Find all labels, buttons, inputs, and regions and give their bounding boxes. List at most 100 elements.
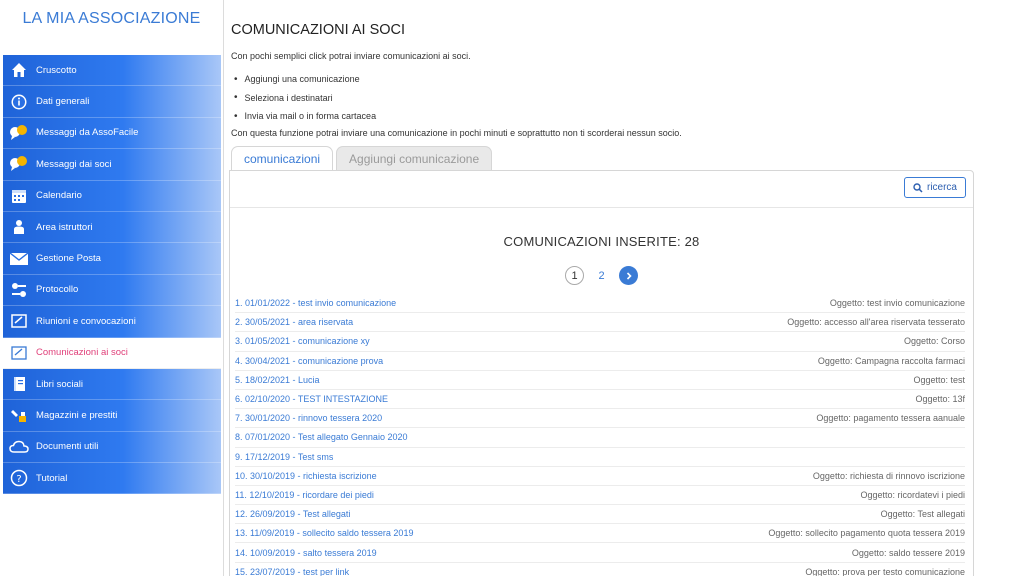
- sidebar-item-label: Messaggi da AssoFacile: [36, 127, 139, 139]
- sidebar-item-label: Magazzini e prestiti: [36, 409, 118, 421]
- sidebar-item-riunioni[interactable]: Riunioni e convocazioni: [3, 306, 221, 338]
- chat-icon: [9, 123, 29, 143]
- row-subject: Oggetto: saldo tessere 2019: [851, 547, 965, 558]
- tab-aggiungi-comunicazione[interactable]: Aggiungi comunicazione: [336, 146, 493, 171]
- table-row[interactable]: 6. 02/10/2020 - TEST INTESTAZIONE Oggetto…: [235, 390, 965, 410]
- table-row[interactable]: 12. 26/09/2019 - Test allegati Oggetto: T…: [235, 505, 965, 525]
- row-title[interactable]: 7. 30/01/2020 - rinnovo tessera 2020: [235, 413, 382, 423]
- row-title[interactable]: 8. 07/01/2020 - Test allegato Gennaio 20…: [235, 432, 407, 442]
- row-subject: Oggetto: accesso all'area riservata tess…: [787, 317, 965, 328]
- table-row[interactable]: 2. 30/05/2021 - area riservata Oggetto: a…: [235, 313, 965, 333]
- row-subject: Oggetto: sollecito pagamento quota tesse…: [768, 528, 965, 539]
- row-title[interactable]: 6. 02/10/2020 - TEST INTESTAZIONE: [235, 394, 388, 404]
- page-title: COMUNICAZIONI AI SOCI: [231, 22, 406, 38]
- row-subject: Oggetto: 13f: [915, 394, 965, 405]
- sidebar-item-magazzini[interactable]: Magazzini e prestiti: [3, 400, 221, 432]
- description-text: Con questa funzione potrai inviare una c…: [231, 128, 682, 138]
- table-row[interactable]: 3. 01/05/2021 - comunicazione xy Oggetto:…: [235, 332, 965, 352]
- sidebar-item-label: Gestione Posta: [36, 253, 101, 265]
- row-subject: Oggetto: test invio comunicazione: [829, 298, 965, 309]
- table-row[interactable]: 11. 12/10/2019 - ricordare dei piedi Ogge…: [235, 486, 965, 506]
- row-title[interactable]: 5. 18/02/2021 - Lucia: [235, 375, 320, 385]
- row-title[interactable]: 14. 10/09/2019 - salto tessera 2019: [235, 548, 377, 558]
- sidebar-item-label: Riunioni e convocazioni: [36, 315, 136, 327]
- table-row[interactable]: 5. 18/02/2021 - Lucia Oggetto: test: [235, 371, 965, 390]
- row-title[interactable]: 13. 11/09/2019 - sollecito saldo tessera…: [235, 528, 413, 538]
- communication-icon: [9, 343, 29, 363]
- feature-list: Aggiungi una comunicazione Seleziona i d…: [234, 70, 377, 126]
- row-title[interactable]: 2. 30/05/2021 - area riservata: [235, 317, 353, 327]
- sidebar-nav: Cruscotto Dati generali Messaggi da Asso…: [3, 55, 221, 495]
- calendar-icon: [9, 186, 29, 206]
- sidebar-item-label: Cruscotto: [36, 64, 77, 76]
- sidebar-item-dati-generali[interactable]: Dati generali: [3, 86, 221, 118]
- home-icon: [9, 60, 29, 80]
- table-row[interactable]: 10. 30/10/2019 - richiesta iscrizione Ogg…: [235, 467, 965, 486]
- row-title[interactable]: 11. 12/10/2019 - ricordare dei piedi: [235, 490, 374, 500]
- sidebar-item-label: Tutorial: [36, 472, 68, 484]
- sidebar-item-comunicazioni-soci[interactable]: Comunicazioni ai soci: [3, 337, 221, 369]
- feature-item: Invia via mail o in forma cartacea: [234, 107, 377, 126]
- sidebar-item-cruscotto[interactable]: Cruscotto: [3, 55, 221, 87]
- main-content: COMUNICAZIONI AI SOCI Con pochi semplici…: [224, 0, 1024, 576]
- search-button[interactable]: ricerca: [903, 177, 966, 198]
- table-row[interactable]: 8. 07/01/2020 - Test allegato Gennaio 20…: [235, 428, 965, 448]
- instructor-icon: [9, 217, 29, 237]
- table-row[interactable]: 15. 23/07/2019 - test per link Oggetto: p…: [235, 563, 965, 576]
- search-icon: [913, 182, 923, 193]
- sidebar-item-label: Protocollo: [36, 284, 79, 296]
- row-subject: Oggetto: Test allegati: [880, 509, 965, 520]
- row-title[interactable]: 4. 30/04/2021 - comunicazione prova: [235, 356, 383, 366]
- sidebar-item-label: Calendario: [36, 190, 82, 202]
- sidebar-item-label: Area istruttori: [36, 221, 93, 233]
- row-title[interactable]: 15. 23/07/2019 - test per link: [235, 567, 349, 576]
- row-subject: Oggetto: test: [913, 374, 965, 385]
- table-row[interactable]: 13. 11/09/2019 - sollecito saldo tessera…: [235, 524, 965, 544]
- divider: [230, 207, 973, 208]
- page-1[interactable]: 1: [565, 266, 584, 285]
- sidebar-item-calendario[interactable]: Calendario: [3, 180, 221, 212]
- sidebar-item-protocollo[interactable]: Protocollo: [3, 274, 221, 307]
- sidebar-item-tutorial[interactable]: ? Tutorial: [3, 463, 221, 495]
- tab-bar: comunicazioni Aggiungi comunicazione: [231, 146, 495, 171]
- table-row[interactable]: 1. 01/01/2022 - test invio comunicazione…: [235, 294, 965, 314]
- sidebar-item-label: Comunicazioni ai soci: [36, 347, 128, 359]
- table-row[interactable]: 4. 30/04/2021 - comunicazione prova Ogget…: [235, 352, 965, 371]
- help-icon: ?: [9, 468, 29, 488]
- page-2[interactable]: 2: [592, 266, 611, 285]
- sidebar-item-messaggi-soci[interactable]: Messaggi dai soci: [3, 149, 221, 181]
- table-row[interactable]: 7. 30/01/2020 - rinnovo tessera 2020 Ogge…: [235, 409, 965, 429]
- row-title[interactable]: 3. 01/05/2021 - comunicazione xy: [235, 336, 370, 346]
- row-subject: Oggetto: ricordatevi i piedi: [860, 489, 965, 500]
- brand-title[interactable]: LA MIA ASSOCIAZIONE: [0, 0, 223, 52]
- cloud-icon: [9, 437, 29, 457]
- table-row[interactable]: 14. 10/09/2019 - salto tessera 2019 Ogget…: [235, 543, 965, 563]
- table-row[interactable]: 9. 17/12/2019 - Test sms: [235, 448, 965, 467]
- row-title[interactable]: 9. 17/12/2019 - Test sms: [235, 452, 333, 462]
- search-button-label: ricerca: [926, 182, 957, 193]
- sidebar-item-documenti-utili[interactable]: Documenti utili: [3, 431, 221, 464]
- row-title[interactable]: 1. 01/01/2022 - test invio comunicazione: [235, 298, 396, 308]
- next-page-button[interactable]: [619, 266, 638, 285]
- sidebar-item-libri-sociali[interactable]: Libri sociali: [3, 368, 221, 401]
- feature-item: Seleziona i destinatari: [234, 89, 376, 108]
- row-title[interactable]: 12. 26/09/2019 - Test allegati: [235, 509, 350, 519]
- sidebar-item-gestione-posta[interactable]: Gestione Posta: [3, 243, 221, 275]
- chat-icon: [9, 154, 29, 174]
- intro-text: Con pochi semplici click potrai inviare …: [231, 51, 471, 61]
- mail-icon: [9, 249, 29, 269]
- tab-comunicazioni[interactable]: comunicazioni: [231, 146, 334, 171]
- sidebar-item-messaggi-assofacile[interactable]: Messaggi da AssoFacile: [3, 117, 221, 150]
- communications-list: 1. 01/01/2022 - test invio comunicazione…: [235, 294, 965, 576]
- book-icon: [9, 374, 29, 394]
- protocol-icon: [9, 280, 29, 300]
- sidebar-item-area-istruttori[interactable]: Area istruttori: [3, 211, 221, 244]
- sidebar: LA MIA ASSOCIAZIONE Cruscotto Dati gener…: [0, 0, 224, 576]
- count-title: COMUNICAZIONI INSERITE: 28: [503, 234, 700, 249]
- row-title[interactable]: 10. 30/10/2019 - richiesta iscrizione: [235, 471, 377, 481]
- row-subject: Oggetto: Corso: [903, 336, 965, 347]
- warehouse-icon: [9, 405, 29, 425]
- sidebar-item-label: Documenti utili: [36, 441, 99, 453]
- pagination: 1 2: [230, 266, 973, 285]
- meeting-icon: [9, 311, 29, 331]
